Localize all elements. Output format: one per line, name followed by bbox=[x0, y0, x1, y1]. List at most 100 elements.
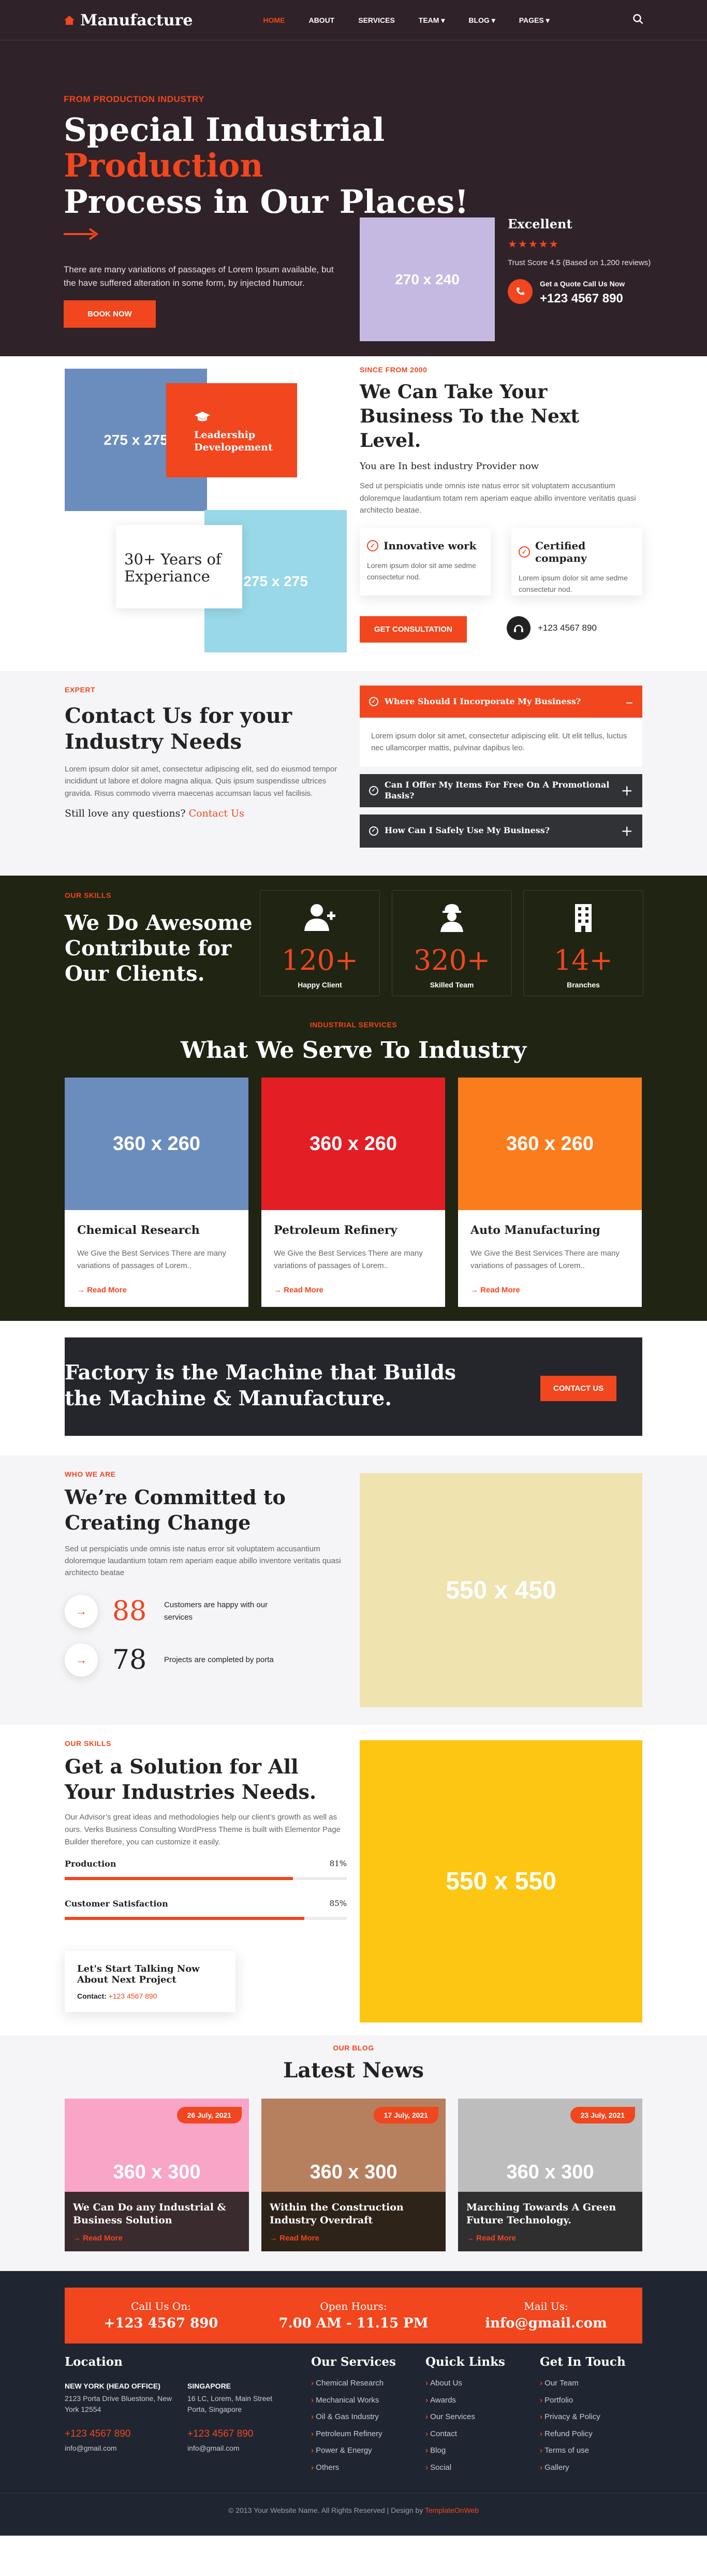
accordion: ✓ Where Should I Incorporate My Business… bbox=[360, 686, 642, 848]
footer-link[interactable]: Contact bbox=[425, 2429, 505, 2439]
arrow-right-icon: → bbox=[470, 1286, 478, 1294]
blog-post[interactable]: 360 x 300 17 July, 2021 Within the Const… bbox=[261, 2099, 446, 2251]
about-phone[interactable]: +123 4567 890 bbox=[507, 616, 597, 640]
chevron-down-icon: ▾ bbox=[546, 16, 550, 24]
leadership-badge: Leadership Developement bbox=[166, 383, 297, 477]
nav-services[interactable]: SERVICES bbox=[358, 16, 395, 25]
star-rating-icon: ★★★★★ bbox=[508, 239, 559, 250]
nav-team[interactable]: TEAM ▾ bbox=[419, 16, 445, 25]
house-icon bbox=[64, 11, 75, 30]
talk-card: Let's Start Talking Now About Next Proje… bbox=[65, 1951, 235, 2012]
nav-about[interactable]: ABOUT bbox=[308, 16, 334, 25]
phone-icon bbox=[508, 279, 533, 304]
skill-bar: Customer Satisfaction 85% bbox=[65, 1899, 347, 1920]
footer-link[interactable]: Power & Energy bbox=[311, 2446, 396, 2455]
blog-post[interactable]: 360 x 300 23 July, 2021 Marching Towards… bbox=[458, 2099, 642, 2251]
service-card[interactable]: 360 x 260 Petroleum Refinery We Give the… bbox=[261, 1078, 445, 1307]
post-date: 23 July, 2021 bbox=[570, 2107, 635, 2123]
service-card[interactable]: 360 x 260 Auto Manufacturing We Give the… bbox=[458, 1078, 642, 1307]
footer-link[interactable]: Portfolio bbox=[540, 2396, 626, 2405]
blog-section: OUR BLOG Latest News 360 x 300 26 July, … bbox=[0, 2035, 707, 2271]
footer-link[interactable]: Petroleum Refinery bbox=[311, 2429, 396, 2439]
chevron-down-icon: ▾ bbox=[441, 16, 445, 24]
footer-link[interactable]: Awards bbox=[425, 2396, 505, 2405]
check-circle-icon: ✓ bbox=[369, 826, 378, 836]
post-title: Marching Towards A Green Future Technolo… bbox=[466, 2202, 616, 2226]
hero-kicker: FROM PRODUCTION INDUSTRY bbox=[64, 94, 205, 104]
services-kicker: INDUSTRIAL SERVICES bbox=[310, 1021, 397, 1029]
nav-home[interactable]: HOME bbox=[263, 16, 285, 25]
trust-score: Trust Score 4.5 (Based on 1,200 reviews) bbox=[508, 258, 651, 267]
stats-text: OUR SKILLS We Do Awesome Contribute for … bbox=[65, 891, 272, 986]
main-nav: HOME ABOUT SERVICES TEAM ▾ BLOG ▾ PAGES … bbox=[263, 16, 549, 25]
read-more-link[interactable]: → Read More bbox=[77, 1286, 248, 1294]
footer-link[interactable]: Blog bbox=[425, 2446, 505, 2455]
nav-pages[interactable]: PAGES ▾ bbox=[519, 16, 550, 25]
faq-text: EXPERT Contact Us for your Industry Need… bbox=[65, 686, 347, 819]
accordion-item[interactable]: ✓ How Can I Safely Use My Business? + bbox=[360, 814, 642, 848]
footer-link[interactable]: Others bbox=[311, 2463, 396, 2472]
read-more-link[interactable]: → Read More bbox=[274, 1286, 445, 1294]
contact-us-button[interactable]: CONTACT US bbox=[540, 1376, 617, 1401]
read-more-link[interactable]: → Read More bbox=[470, 1286, 642, 1294]
commitment-stat: → 88 Customers are happy with our servic… bbox=[65, 1594, 347, 1628]
footer-link[interactable]: Oil & Gas Industry bbox=[311, 2412, 396, 2422]
hero-description: There are many variations of passages of… bbox=[64, 265, 334, 288]
post-title: We Can Do any Industrial & Business Solu… bbox=[73, 2202, 226, 2226]
check-circle-icon: ✓ bbox=[369, 697, 378, 706]
minus-icon: – bbox=[626, 693, 633, 710]
service-card[interactable]: 360 x 260 Chemical Research We Give the … bbox=[65, 1078, 248, 1307]
commitment-kicker: WHO WE ARE bbox=[65, 1470, 116, 1478]
post-date: 17 July, 2021 bbox=[373, 2107, 438, 2123]
search-icon[interactable] bbox=[633, 13, 643, 27]
quote-call-phone[interactable]: +123 4567 890 bbox=[540, 292, 625, 306]
nav-blog[interactable]: BLOG ▾ bbox=[468, 16, 495, 25]
footer-link[interactable]: Mechanical Works bbox=[311, 2396, 396, 2405]
contact-us-link[interactable]: Contact Us bbox=[189, 808, 244, 819]
blog-post[interactable]: 360 x 300 26 July, 2021 We Can Do any In… bbox=[65, 2099, 249, 2251]
skills-kicker: OUR SKILLS bbox=[65, 1739, 111, 1748]
footer-link[interactable]: Terms of use bbox=[540, 2446, 626, 2455]
footer-link[interactable]: Chemical Research bbox=[311, 2379, 396, 2388]
service-title: Auto Manufacturing bbox=[470, 1224, 600, 1237]
hero-title: Special Industrial Production Process in … bbox=[64, 111, 469, 221]
stat-card: 120+ Happy Client bbox=[260, 890, 380, 996]
read-more-link[interactable]: → Read More bbox=[73, 2234, 241, 2243]
arrow-right-icon: → bbox=[466, 2234, 474, 2243]
contact-bar-call: Call Us On: +123 4567 890 bbox=[104, 2300, 218, 2331]
site-footer: Call Us On: +123 4567 890 Open Hours: 7.00… bbox=[0, 2271, 707, 2536]
footer-quick-links: Quick Links About Us Awards Our Services… bbox=[425, 2355, 505, 2480]
service-image: 360 x 260 bbox=[458, 1078, 642, 1210]
user-plus-icon bbox=[260, 903, 379, 935]
footer-link[interactable]: Our Services bbox=[425, 2412, 505, 2422]
footer-link[interactable]: Social bbox=[425, 2463, 505, 2472]
plus-icon: + bbox=[621, 782, 633, 799]
experience-box: 30+ Years of Experiance bbox=[116, 525, 242, 608]
arrow-right-icon: → bbox=[73, 2234, 81, 2243]
office-singapore: SINGAPORE 16 LC, Lorem, Main Street Port… bbox=[187, 2382, 273, 2452]
stats-services-section: OUR SKILLS We Do Awesome Contribute for … bbox=[0, 876, 707, 1321]
about-section: 275 x 275 Leadership Developement 275 x … bbox=[0, 356, 707, 671]
footer-link[interactable]: Privacy & Policy bbox=[540, 2412, 626, 2422]
post-date: 26 July, 2021 bbox=[176, 2107, 242, 2123]
quote-call[interactable]: Get a Quote Call Us Now +123 4567 890 bbox=[508, 279, 658, 306]
logo[interactable]: Manufacture bbox=[64, 11, 193, 30]
read-more-link[interactable]: → Read More bbox=[466, 2234, 634, 2243]
accordion-item[interactable]: ✓ Can I Offer My Items For Free On A Pro… bbox=[360, 774, 642, 807]
footer-link[interactable]: Gallery bbox=[540, 2463, 626, 2472]
arrow-right-icon: → bbox=[65, 1594, 98, 1628]
logo-text: Manufacture bbox=[80, 11, 193, 30]
service-text: We Give the Best Services There are many… bbox=[274, 1249, 423, 1270]
post-image: 360 x 300 17 July, 2021 Within the Const… bbox=[261, 2099, 446, 2251]
book-now-button[interactable]: BOOK NOW bbox=[64, 300, 156, 328]
designer-link[interactable]: TemplateOnWeb bbox=[425, 2506, 479, 2514]
get-consultation-button[interactable]: GET CONSULTATION bbox=[360, 616, 467, 643]
skills-title: Get a Solution for All Your Industries N… bbox=[65, 1755, 317, 1804]
faq-paragraph: Lorem ipsum dolor sit amet, consectetur … bbox=[65, 765, 337, 798]
footer-link[interactable]: Our Team bbox=[540, 2379, 626, 2388]
footer-link[interactable]: About Us bbox=[425, 2379, 505, 2388]
post-caption: We Can Do any Industrial & Business Solu… bbox=[65, 2192, 249, 2251]
read-more-link[interactable]: → Read More bbox=[270, 2234, 437, 2243]
accordion-item-open[interactable]: ✓ Where Should I Incorporate My Business… bbox=[360, 686, 642, 718]
footer-link[interactable]: Refund Policy bbox=[540, 2429, 626, 2439]
